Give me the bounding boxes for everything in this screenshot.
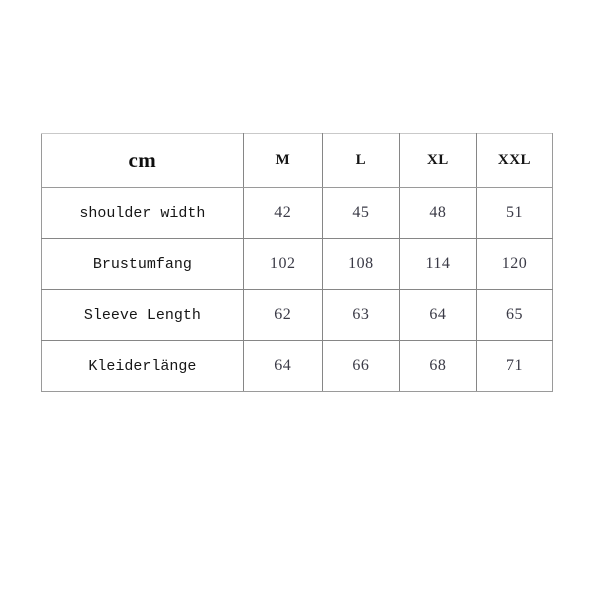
value-shoulder-width-m: 42: [242, 187, 323, 239]
unit-label-cell: cm: [41, 133, 244, 188]
value-kleiderlaenge-xxl: 71: [475, 340, 554, 392]
size-header-m: M: [242, 133, 323, 188]
value-brustumfang-m: 102: [242, 238, 323, 290]
size-chart-table: cm M L XL XXL shoulder width 42 45 48 51…: [41, 133, 554, 392]
size-header-l: L: [321, 133, 400, 188]
value-shoulder-width-l: 45: [321, 187, 400, 239]
row-label-kleiderlaenge: Kleiderlänge: [41, 340, 244, 392]
value-shoulder-width-xl: 48: [398, 187, 477, 239]
table-row: shoulder width 42 45 48 51: [41, 187, 554, 239]
row-label-shoulder-width: shoulder width: [41, 187, 244, 239]
table-row: Kleiderlänge 64 66 68 71: [41, 340, 554, 392]
value-kleiderlaenge-l: 66: [321, 340, 400, 392]
table-row: Sleeve Length 62 63 64 65: [41, 289, 554, 341]
row-label-brustumfang: Brustumfang: [41, 238, 244, 290]
table-header-row: cm M L XL XXL: [41, 133, 554, 188]
value-kleiderlaenge-m: 64: [242, 340, 323, 392]
row-label-sleeve-length: Sleeve Length: [41, 289, 244, 341]
size-header-xl: XL: [398, 133, 477, 188]
value-kleiderlaenge-xl: 68: [398, 340, 477, 392]
size-header-xxl: XXL: [475, 133, 554, 188]
value-sleeve-length-xl: 64: [398, 289, 477, 341]
page-canvas: cm M L XL XXL shoulder width 42 45 48 51…: [0, 0, 600, 600]
value-sleeve-length-l: 63: [321, 289, 400, 341]
value-brustumfang-xl: 114: [398, 238, 477, 290]
table-row: Brustumfang 102 108 114 120: [41, 238, 554, 290]
value-brustumfang-xxl: 120: [475, 238, 554, 290]
value-sleeve-length-xxl: 65: [475, 289, 554, 341]
value-brustumfang-l: 108: [321, 238, 400, 290]
value-sleeve-length-m: 62: [242, 289, 323, 341]
value-shoulder-width-xxl: 51: [475, 187, 554, 239]
